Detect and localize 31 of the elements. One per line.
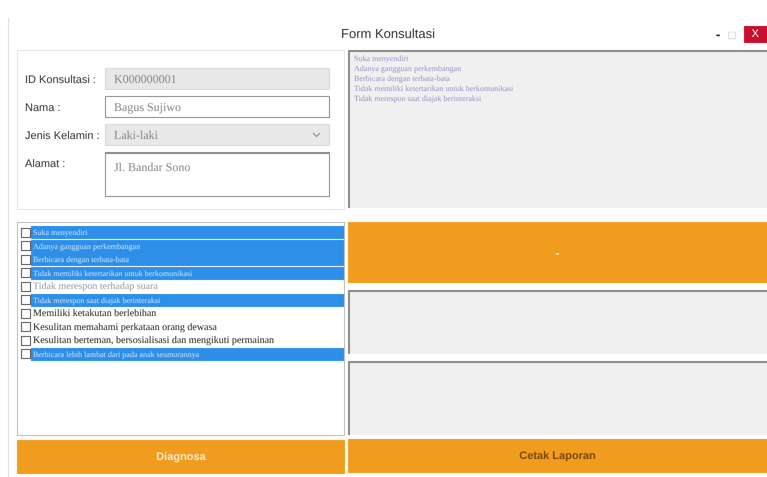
checkbox[interactable] <box>21 295 31 305</box>
field-label: Jenis Kelamin : <box>25 129 101 144</box>
chevron-down-icon <box>312 132 321 138</box>
field-label: ID Konsultasi : <box>25 73 97 88</box>
symptom-item[interactable]: Memiliki ketakutan berlebihan <box>21 307 344 320</box>
checkbox[interactable] <box>21 241 31 251</box>
checkbox[interactable] <box>21 308 31 318</box>
summary-line: Adanya gangguan perkembangan <box>354 64 462 74</box>
print-report-button[interactable]: Cetak Laporan <box>348 439 767 473</box>
close-button[interactable]: X <box>744 26 767 43</box>
checkbox[interactable] <box>21 268 31 278</box>
symptom-item[interactable]: Kesulitan berteman, bersosialisasi dan mengikuti permainan <box>21 334 344 347</box>
symptom-item[interactable]: Kesulitan memahami perkataan orang dewasa <box>21 320 344 334</box>
text-field[interactable]: Bagus Sujiwo <box>105 96 330 118</box>
checkbox[interactable] <box>21 228 31 238</box>
summary-line: Suka menyendiri <box>354 54 410 64</box>
result-text: - <box>556 244 560 262</box>
summary-line: Tidak memiliki ketertarikan untuk berkomunikasi <box>354 84 514 94</box>
maximize-button[interactable]: □ <box>728 26 736 44</box>
checkbox[interactable] <box>21 322 31 332</box>
field-label: Alamat : <box>25 157 66 172</box>
field-label: Nama : <box>25 101 62 116</box>
address-field[interactable]: Jl. Bandar Sono <box>105 152 330 197</box>
diagnose-button[interactable]: Diagnosa <box>17 440 345 474</box>
summary-line: Tidak merespon saat diajak berinteraksi <box>354 94 482 104</box>
checkbox[interactable] <box>21 336 31 346</box>
window-title: Form Konsultasi <box>341 25 435 44</box>
summary-line: Berbicara dengan terbata-bata <box>354 74 451 84</box>
minimize-button[interactable]: - <box>716 24 720 45</box>
checkbox[interactable] <box>21 349 31 359</box>
checkbox[interactable] <box>21 254 31 264</box>
